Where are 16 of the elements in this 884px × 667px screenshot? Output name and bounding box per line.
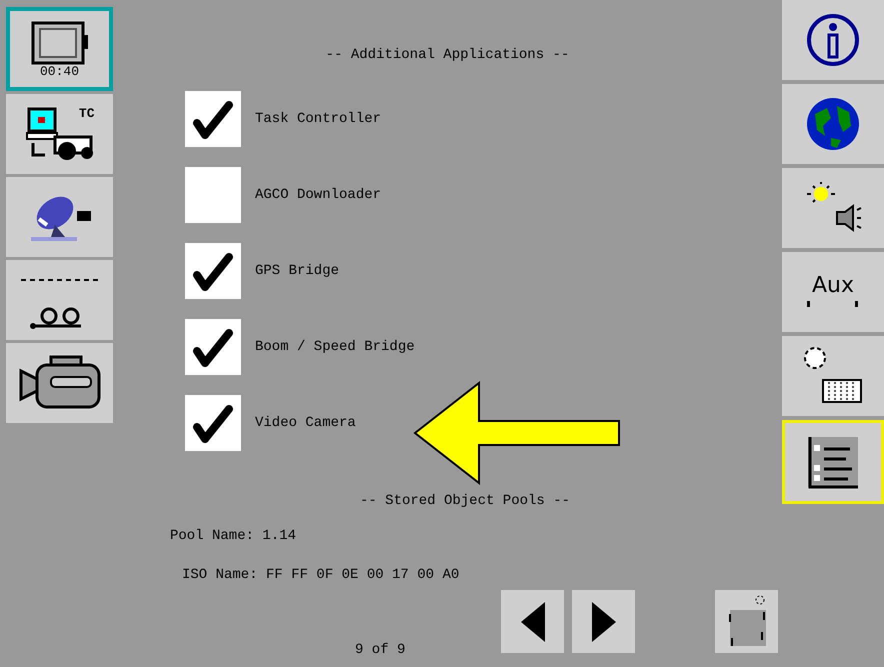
application-label: Boom / Speed Bridge	[255, 338, 415, 356]
pool-name-text: Pool Name: 1.14	[170, 527, 298, 546]
iso-name-text: ISO Name: FF FF 0F 0E 00 17 00 A0	[182, 566, 460, 585]
softkey-button[interactable]: 00:40	[6, 7, 113, 91]
application-label: GPS Bridge	[255, 262, 340, 280]
softkey-button[interactable]: Aux	[782, 252, 884, 332]
softkey-label: TC	[78, 107, 94, 120]
timer-label: 00:40	[40, 64, 79, 78]
aux-label: Aux	[812, 275, 854, 297]
section-heading: -- Stored Object Pools --	[360, 492, 570, 511]
softkey-button[interactable]: TC	[6, 94, 113, 174]
page-indicator: 9 of 9	[355, 641, 406, 660]
application-label: Video Camera	[255, 414, 356, 432]
application-label: Task Controller	[255, 110, 382, 128]
application-label: AGCO Downloader	[255, 186, 382, 204]
section-heading: -- Additional Applications --	[326, 46, 570, 65]
